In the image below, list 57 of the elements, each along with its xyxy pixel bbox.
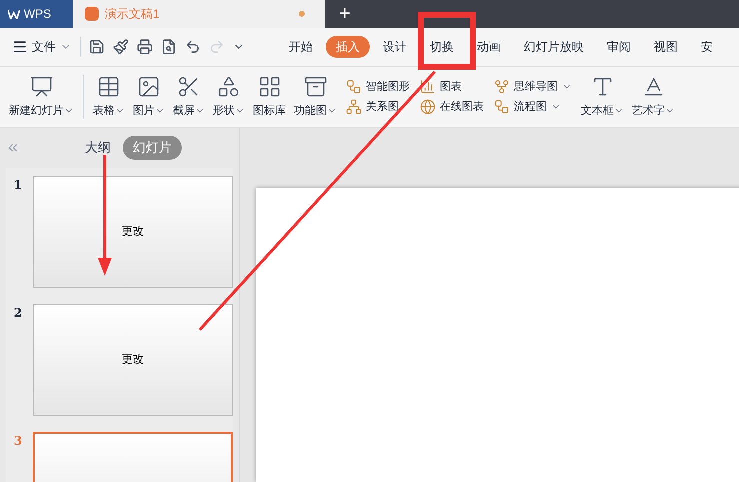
ribbon-button[interactable]: 在线图表 <box>420 99 484 116</box>
paintbrush-icon[interactable] <box>113 39 129 55</box>
ribbon-button[interactable]: 文本框 <box>578 70 627 124</box>
table-icon <box>97 74 121 99</box>
ribbon-button[interactable]: 功能图 <box>291 70 340 124</box>
slide-number: 3 <box>14 433 24 450</box>
shapes-icon <box>217 74 241 99</box>
bar-chart-icon <box>420 78 436 95</box>
network-icon <box>346 99 362 116</box>
ribbon-button[interactable]: 截屏 <box>170 70 208 124</box>
ribbon-button[interactable]: 图标库 <box>250 70 289 124</box>
ribbon-tab[interactable]: 安 <box>691 36 723 58</box>
ribbon-tab[interactable]: 开始 <box>279 36 323 58</box>
app-tab-label: WPS <box>24 6 52 23</box>
slide-thumbnail[interactable]: 更改 <box>33 304 233 416</box>
new-tab-button[interactable]: + <box>325 0 365 28</box>
flowchart-icon <box>494 99 510 116</box>
fork-icon <box>494 78 510 95</box>
image-icon <box>137 74 161 99</box>
presentation-icon <box>30 74 54 99</box>
menu-icon <box>12 39 28 55</box>
save-icon[interactable] <box>89 39 105 55</box>
highlight-frame <box>418 12 476 70</box>
ribbon-tab[interactable]: 幻灯片放映 <box>514 36 594 58</box>
ribbon-button[interactable]: 图表 <box>420 78 484 95</box>
slide-title: 更改 <box>122 352 144 368</box>
ribbon-button[interactable]: 艺术字 <box>629 70 678 124</box>
presentation-file-icon <box>85 7 99 21</box>
archive-icon <box>304 74 328 99</box>
preview-icon[interactable] <box>161 39 177 55</box>
ribbon-button[interactable]: 思维导图 <box>494 78 572 95</box>
ribbon-tab[interactable]: 视图 <box>644 36 688 58</box>
ribbon-button[interactable]: 形状 <box>210 70 248 124</box>
print-icon[interactable] <box>137 39 153 55</box>
ribbon-button[interactable]: 表格 <box>90 70 128 124</box>
ribbon-button[interactable]: 智能图形 <box>346 78 410 95</box>
ribbon-button[interactable]: 流程图 <box>494 99 572 116</box>
grid-icon <box>258 74 282 99</box>
ribbon-button[interactable]: 图片 <box>130 70 168 124</box>
document-title: 演示文稿1 <box>105 6 161 23</box>
slide-number: 1 <box>14 177 24 194</box>
slide-title: 更改 <box>122 224 144 240</box>
globe-icon <box>420 99 436 116</box>
logo-icon <box>8 10 20 18</box>
ribbon-tab[interactable]: 设计 <box>373 36 417 58</box>
ribbon-tab[interactable]: 动画 <box>467 36 511 58</box>
ribbon-tab[interactable]: 切换 <box>420 36 464 58</box>
file-menu-button[interactable]: 文件 <box>12 38 72 56</box>
ribbon-tab[interactable]: 审阅 <box>597 36 641 58</box>
ribbon-button[interactable]: 关系图 <box>346 99 410 116</box>
undo-icon[interactable] <box>185 39 201 55</box>
panel-tab[interactable]: 大纲 <box>79 136 117 160</box>
slide-number: 2 <box>14 305 24 322</box>
slide-thumbnail[interactable]: 更改 <box>33 176 233 288</box>
ribbon-button[interactable]: 新建幻灯片 <box>6 70 77 124</box>
app-tab[interactable]: WPS <box>0 0 73 28</box>
flowchart-icon <box>346 78 362 95</box>
